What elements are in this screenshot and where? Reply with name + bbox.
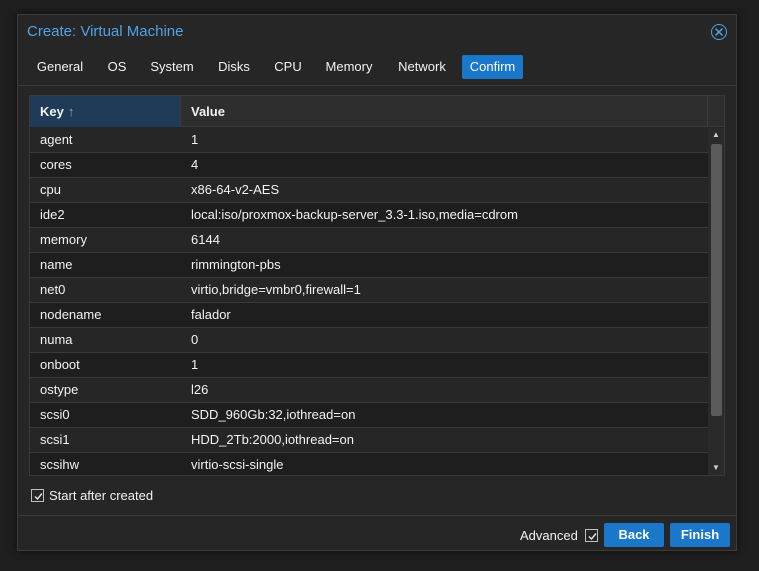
close-icon[interactable] [711,24,727,40]
row-value: 1 [191,357,199,372]
scroll-thumb[interactable] [711,144,722,416]
scroll-down-arrow-icon[interactable]: ▼ [708,461,724,475]
scroll-up-arrow-icon[interactable]: ▲ [708,128,724,142]
footer-divider [18,515,736,516]
row-value: 6144 [191,232,220,247]
row-key: numa [40,332,73,347]
row-key: scsi1 [40,432,70,447]
table-row[interactable]: scsihw virtio-scsi-single [30,453,708,475]
column-header-key[interactable]: Key ↑ [30,96,181,127]
row-value: rimmington-pbs [191,257,281,272]
row-key: scsi0 [40,407,70,422]
check-icon [34,493,43,501]
tab-disks[interactable]: Disks [208,55,260,79]
table-row[interactable]: scsi0 SDD_960Gb:32,iothread=on [30,403,708,428]
tab-memory[interactable]: Memory [316,55,382,79]
table-row[interactable]: net0 virtio,bridge=vmbr0,firewall=1 [30,278,708,303]
row-key: agent [40,132,73,147]
row-key: net0 [40,282,66,297]
row-key: name [40,257,73,272]
start-after-created-label: Start after created [49,488,154,503]
tab-confirm[interactable]: Confirm [462,55,523,79]
table-row[interactable]: scsi1 HDD_2Tb:2000,iothread=on [30,428,708,453]
row-key: memory [40,232,87,247]
finish-button[interactable]: Finish [670,523,730,547]
row-key: ostype [40,382,79,397]
row-value: local:iso/proxmox-backup-server_3.3-1.is… [191,207,518,222]
table-row[interactable]: onboot 1 [30,353,708,378]
row-value: l26 [191,382,209,397]
tab-network[interactable]: Network [388,55,456,79]
row-value: HDD_2Tb:2000,iothread=on [191,432,354,447]
wizard-tabs: General OS System Disks CPU Memory Netwo… [18,53,736,83]
row-value: 0 [191,332,199,347]
confirm-grid: Key ↑ Value agent 1 cores 4 cpu x86-64-v2… [29,95,725,476]
tab-os[interactable]: OS [98,55,136,79]
check-icon [588,533,597,541]
table-row[interactable]: cpu x86-64-v2-AES [30,178,708,203]
sort-ascending-icon: ↑ [67,104,75,119]
table-row[interactable]: ostype l26 [30,378,708,403]
start-after-created-checkbox[interactable] [31,489,44,502]
grid-body: agent 1 cores 4 cpu x86-64-v2-AES ide2 l… [30,128,708,475]
create-vm-dialog: Create: Virtual Machine General OS Syste… [17,14,737,551]
row-value: SDD_960Gb:32,iothread=on [191,407,356,422]
tabs-divider [18,85,736,86]
column-header-value[interactable]: Value [181,96,708,127]
advanced-checkbox[interactable] [585,529,598,542]
column-header-key-label: Key [40,104,64,119]
table-row[interactable]: name rimmington-pbs [30,253,708,278]
table-row[interactable]: cores 4 [30,153,708,178]
table-row[interactable]: nodename falador [30,303,708,328]
tab-system[interactable]: System [142,55,202,79]
row-value: falador [191,307,231,322]
row-key: nodename [40,307,102,322]
grid-header: Key ↑ Value [30,96,724,127]
row-key: scsihw [40,457,80,472]
titlebar: Create: Virtual Machine [18,15,736,51]
row-key: ide2 [40,207,65,222]
row-value: 4 [191,157,199,172]
row-key: cpu [40,182,61,197]
row-value: virtio,bridge=vmbr0,firewall=1 [191,282,361,297]
dialog-title: Create: Virtual Machine [27,23,184,40]
tab-general[interactable]: General [27,55,93,79]
row-value: virtio-scsi-single [191,457,284,472]
row-key: cores [40,157,72,172]
back-button[interactable]: Back [604,523,664,547]
advanced-label: Advanced [520,528,578,543]
table-row[interactable]: memory 6144 [30,228,708,253]
grid-scrollbar[interactable]: ▲ ▼ [708,128,724,475]
row-key: onboot [40,357,80,372]
row-value: x86-64-v2-AES [191,182,280,197]
table-row[interactable]: numa 0 [30,328,708,353]
table-row[interactable]: ide2 local:iso/proxmox-backup-server_3.3… [30,203,708,228]
table-row[interactable]: agent 1 [30,128,708,153]
row-value: 1 [191,132,199,147]
tab-cpu[interactable]: CPU [266,55,310,79]
